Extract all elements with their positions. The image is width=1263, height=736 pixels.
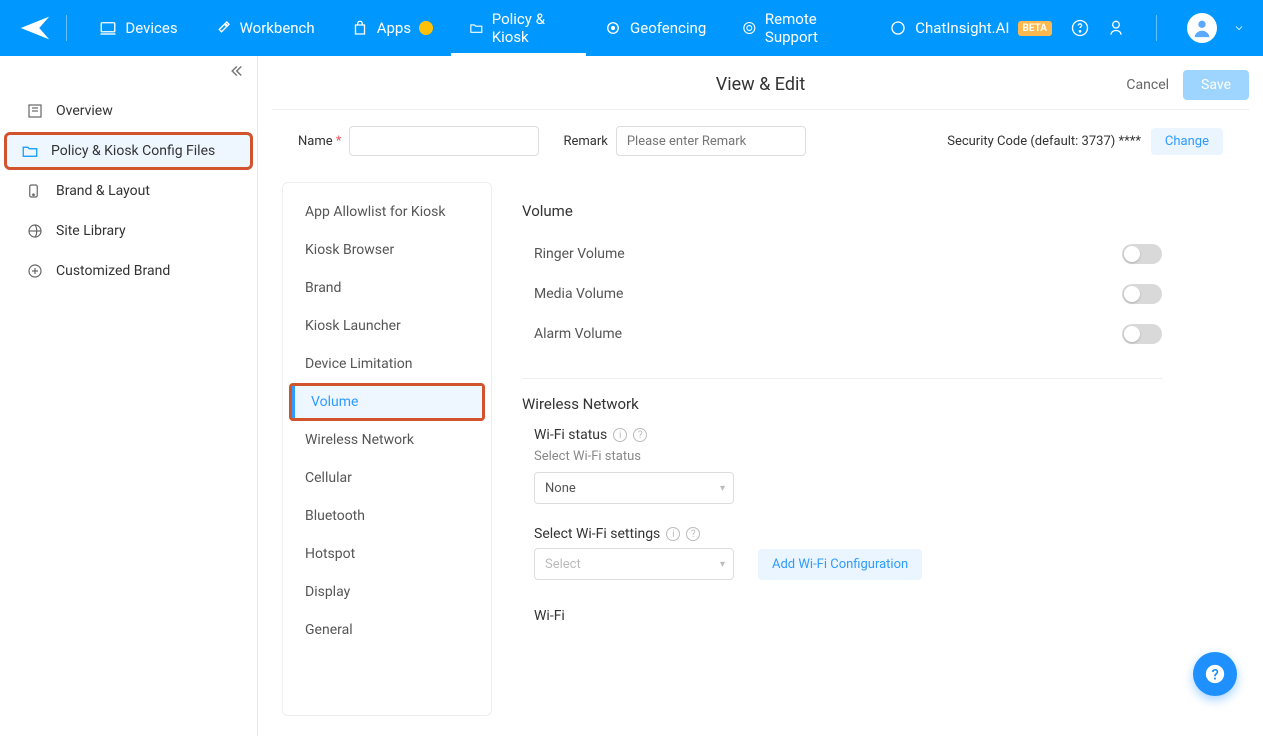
sidebar-item-customized-brand[interactable]: Customized Brand [8, 252, 249, 290]
remark-input[interactable] [616, 126, 806, 156]
section-general[interactable]: General [283, 611, 491, 649]
cancel-button[interactable]: Cancel [1126, 77, 1169, 93]
help-icon[interactable]: ? [633, 428, 647, 442]
section-bluetooth[interactable]: Bluetooth [283, 497, 491, 535]
media-volume-toggle[interactable] [1122, 284, 1162, 304]
nav-apps[interactable]: Apps [333, 0, 451, 56]
page-title: View & Edit [716, 74, 806, 95]
layout-icon [26, 182, 44, 200]
collapse-sidebar-button[interactable] [227, 62, 245, 84]
nav-workbench[interactable]: Workbench [196, 0, 333, 56]
section-volume[interactable]: Volume [292, 386, 482, 418]
nav-remote-support[interactable]: Remote Support [724, 0, 871, 56]
ringer-volume-toggle[interactable] [1122, 244, 1162, 264]
name-field-group: Name * [298, 126, 539, 156]
folder-icon [469, 19, 484, 37]
chevron-down-icon[interactable] [1233, 18, 1245, 38]
section-hotspot[interactable]: Hotspot [283, 535, 491, 573]
volume-group-title: Volume [522, 202, 1231, 220]
top-nav: Devices Workbench Apps Policy & Kiosk Ge… [0, 0, 1263, 56]
notifications-icon[interactable] [1106, 18, 1126, 38]
section-cellular[interactable]: Cellular [283, 459, 491, 497]
wifi-status-select[interactable]: None▾ [534, 472, 734, 504]
tools-icon [214, 19, 232, 37]
wifi-status-label: Wi-Fi status [534, 427, 607, 443]
settings-section-list: App Allowlist for Kiosk Kiosk Browser Br… [282, 182, 492, 716]
sidebar-item-site-library[interactable]: Site Library [8, 212, 249, 250]
nav-policy-kiosk[interactable]: Policy & Kiosk [451, 0, 586, 56]
chat-ai-icon [889, 19, 907, 37]
wifi-section-label: Wi-Fi [534, 608, 1231, 624]
info-icon[interactable]: i [666, 527, 680, 541]
wifi-status-hint: Select Wi-Fi status [534, 449, 1231, 464]
wifi-settings-label: Select Wi-Fi settings [534, 526, 660, 542]
section-brand[interactable]: Brand [283, 269, 491, 307]
sidebar-item-policy-kiosk-config[interactable]: Policy & Kiosk Config Files [4, 132, 253, 170]
main-panel: View & Edit Cancel Save Name * Remark Se… [258, 56, 1263, 736]
settings-pane: Volume Ringer Volume Media Volume Alarm … [518, 182, 1239, 716]
alarm-volume-toggle[interactable] [1122, 324, 1162, 344]
add-wifi-config-button[interactable]: Add Wi-Fi Configuration [758, 549, 922, 580]
beta-badge: BETA [1018, 21, 1053, 36]
save-button[interactable]: Save [1183, 70, 1249, 100]
section-app-allowlist[interactable]: App Allowlist for Kiosk [283, 193, 491, 231]
sidebar-item-overview[interactable]: Overview [8, 92, 249, 130]
left-sidebar: Overview Policy & Kiosk Config Files Bra… [0, 56, 258, 736]
wireless-group-title: Wireless Network [522, 395, 1231, 413]
section-device-limitation[interactable]: Device Limitation [283, 345, 491, 383]
nav-chatinsight[interactable]: ChatInsight.AI BETA [871, 0, 1070, 56]
user-avatar[interactable] [1187, 13, 1217, 43]
wifi-settings-select[interactable]: Select▾ [534, 548, 734, 580]
info-icon[interactable]: i [613, 428, 627, 442]
apps-notification-badge [419, 21, 433, 35]
section-kiosk-launcher[interactable]: Kiosk Launcher [283, 307, 491, 345]
folder-icon [21, 142, 39, 160]
nav-geofencing[interactable]: Geofencing [586, 0, 724, 56]
question-icon [1204, 663, 1226, 685]
nav-devices[interactable]: Devices [81, 0, 195, 56]
app-logo[interactable] [18, 10, 52, 46]
laptop-icon [99, 19, 117, 37]
section-wireless-network[interactable]: Wireless Network [283, 421, 491, 459]
section-display[interactable]: Display [283, 573, 491, 611]
name-input[interactable] [349, 126, 539, 156]
remark-label: Remark [563, 134, 607, 149]
name-label: Name * [298, 134, 341, 149]
help-icon[interactable] [1070, 18, 1090, 38]
plus-circle-icon [26, 262, 44, 280]
alarm-volume-label: Alarm Volume [534, 326, 622, 342]
lifebuoy-icon [742, 19, 757, 37]
remark-field-group: Remark [563, 126, 805, 156]
security-code-label: Security Code (default: 3737) **** [947, 134, 1141, 149]
help-fab[interactable] [1193, 652, 1237, 696]
globe-icon [26, 222, 44, 240]
section-kiosk-browser[interactable]: Kiosk Browser [283, 231, 491, 269]
ringer-volume-label: Ringer Volume [534, 246, 625, 262]
overview-icon [26, 102, 44, 120]
change-security-code-button[interactable]: Change [1151, 128, 1223, 155]
target-icon [604, 19, 622, 37]
media-volume-label: Media Volume [534, 286, 623, 302]
bag-icon [351, 19, 369, 37]
sidebar-item-brand-layout[interactable]: Brand & Layout [8, 172, 249, 210]
help-icon[interactable]: ? [686, 527, 700, 541]
